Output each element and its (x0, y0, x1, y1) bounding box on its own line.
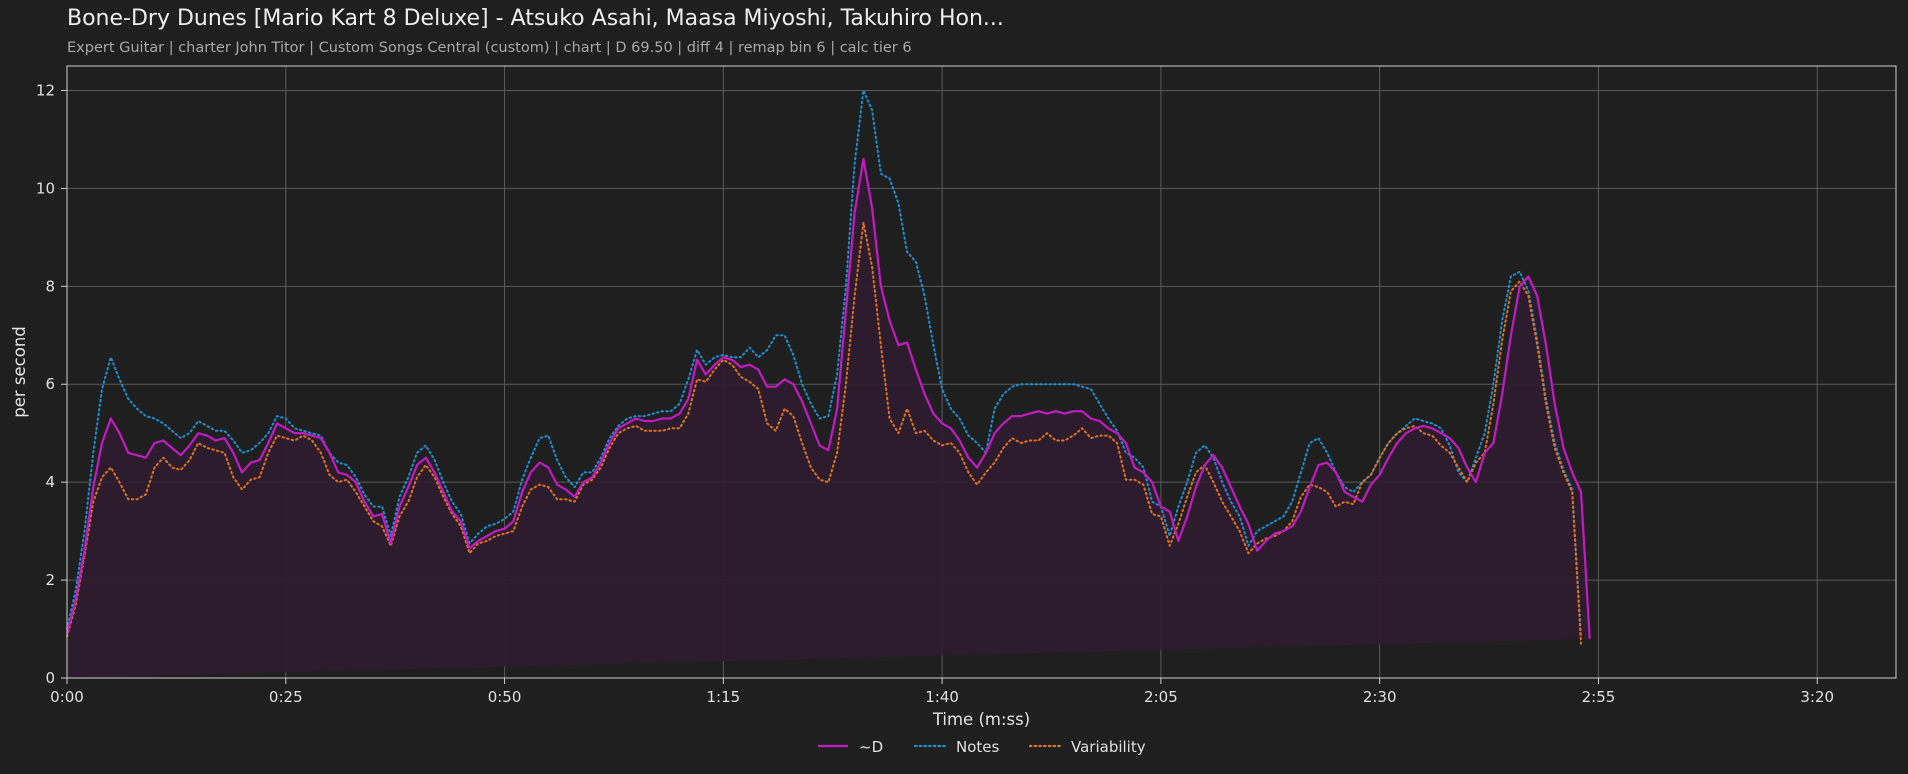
y-tick-label: 2 (45, 571, 55, 589)
y-tick-label: 10 (36, 179, 55, 197)
x-tick-label: 0:25 (269, 688, 303, 706)
x-tick-label: 2:30 (1363, 688, 1397, 706)
y-tick-label: 4 (45, 473, 55, 491)
y-axis-ticks: 0 2 4 6 8 10 12 (36, 81, 67, 687)
d-fill-area (67, 159, 1590, 678)
y-tick-label: 0 (45, 669, 55, 687)
legend-item-d: ~D (818, 738, 883, 756)
legend-item-variability: Variability (1028, 738, 1146, 756)
legend-label: ~D (859, 738, 883, 756)
legend: ~D Notes Variability (818, 738, 1146, 756)
legend-label: Variability (1071, 738, 1146, 756)
x-tick-label: 1:40 (925, 688, 959, 706)
x-tick-label: 1:15 (706, 688, 740, 706)
chart-svg: 0:00 0:25 0:50 1:15 1:40 2:05 2:30 2:55 3:20 0 2 4… (10, 65, 1897, 756)
legend-label: Notes (956, 738, 1000, 756)
x-tick-label: 2:55 (1582, 688, 1616, 706)
x-axis-label: Time (m:ss) (932, 710, 1030, 729)
x-tick-label: 0:50 (488, 688, 522, 706)
legend-item-notes: Notes (913, 738, 1000, 756)
y-tick-label: 8 (45, 277, 55, 295)
x-axis-ticks: 0:00 0:25 0:50 1:15 1:40 2:05 2:30 2:55 3:20 (50, 678, 1834, 706)
x-tick-label: 0:00 (50, 688, 84, 706)
y-tick-label: 12 (36, 81, 55, 99)
y-tick-label: 6 (45, 375, 55, 393)
y-axis-label: per second (10, 326, 29, 418)
x-tick-label: 3:20 (1800, 688, 1834, 706)
x-tick-label: 2:05 (1144, 688, 1178, 706)
